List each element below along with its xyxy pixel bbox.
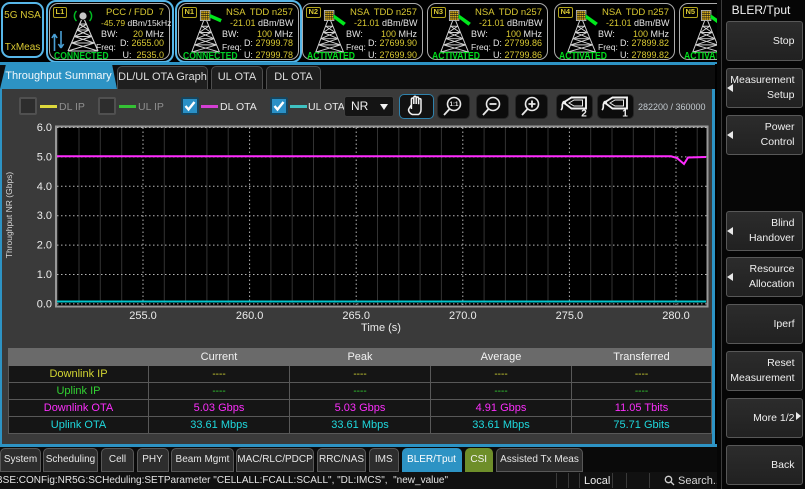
svg-text:Throughput NR (Gbps): Throughput NR (Gbps) <box>4 172 14 259</box>
svg-text:4.0: 4.0 <box>37 181 52 193</box>
svg-text:3.0: 3.0 <box>37 210 52 222</box>
svg-text:0.0: 0.0 <box>37 298 52 310</box>
svg-text:Time (s): Time (s) <box>361 322 401 334</box>
svg-text:2: 2 <box>581 109 587 118</box>
svg-text:1.0: 1.0 <box>37 269 52 281</box>
svg-text:265.0: 265.0 <box>342 310 370 322</box>
svg-text:255.0: 255.0 <box>129 310 157 322</box>
svg-text:6.0: 6.0 <box>37 122 52 134</box>
svg-text:5.0: 5.0 <box>37 151 52 163</box>
svg-text:1:1: 1:1 <box>450 102 459 108</box>
svg-text:280.0: 280.0 <box>662 310 690 322</box>
svg-text:260.0: 260.0 <box>236 310 264 322</box>
svg-text:275.0: 275.0 <box>556 310 584 322</box>
svg-text:2.0: 2.0 <box>37 240 52 252</box>
svg-text:270.0: 270.0 <box>449 310 477 322</box>
svg-text:1: 1 <box>622 109 628 118</box>
